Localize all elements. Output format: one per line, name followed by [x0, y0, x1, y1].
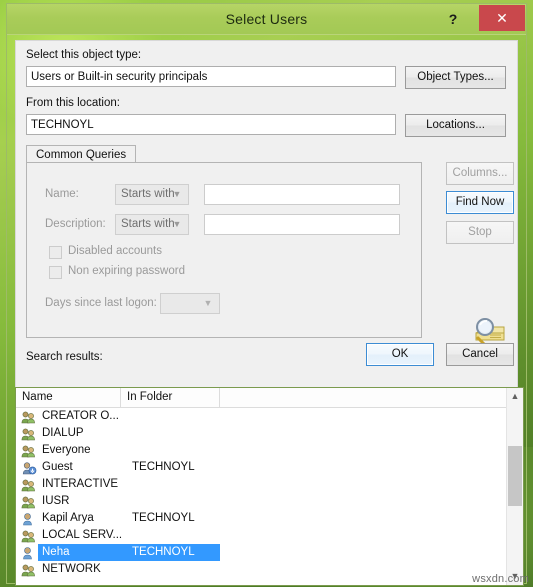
non-expiring-password-label: Non expiring password	[68, 265, 185, 277]
search-results-label: Search results:	[26, 351, 103, 363]
description-operator-select[interactable]: Starts with ▼	[115, 214, 189, 235]
tab-strip: Common Queries	[26, 145, 422, 165]
table-row[interactable]: Guest TECHNOYL	[16, 459, 523, 476]
disabled-accounts-label: Disabled accounts	[68, 245, 162, 257]
row-name: Kapil Arya	[42, 512, 94, 524]
columns-button[interactable]: Columns...	[446, 162, 514, 185]
column-header-name[interactable]: Name	[16, 388, 121, 407]
non-expiring-password-checkbox[interactable]	[49, 266, 62, 279]
description-label: Description:	[45, 218, 106, 230]
name-label: Name:	[45, 188, 79, 200]
row-name: Neha	[42, 546, 70, 558]
table-row[interactable]: Everyone	[16, 442, 523, 459]
group-icon	[20, 410, 37, 424]
table-row[interactable]: LOCAL SERV...	[16, 527, 523, 544]
find-now-button[interactable]: Find Now	[446, 191, 514, 214]
table-row[interactable]: INTERACTIVE	[16, 476, 523, 493]
search-results-list[interactable]: Name In Folder CREATOR O... DIALUP Everyon…	[15, 387, 524, 586]
object-type-field[interactable]: Users or Built-in security principals	[26, 66, 396, 87]
row-name: Guest	[42, 461, 73, 473]
group-icon	[20, 478, 37, 492]
watermark: wsxdn.com	[472, 573, 529, 585]
row-name: INTERACTIVE	[42, 478, 119, 490]
user-icon	[20, 546, 37, 560]
group-icon	[20, 563, 37, 577]
chevron-down-icon: ▼	[172, 219, 182, 229]
user-disabled-icon	[20, 461, 37, 475]
chevron-down-icon: ▼	[172, 189, 182, 199]
list-column-headers: Name In Folder	[16, 388, 523, 408]
locations-button[interactable]: Locations...	[405, 114, 506, 137]
group-icon	[20, 529, 37, 543]
days-since-last-logon-select[interactable]: ▼	[160, 293, 220, 314]
table-row[interactable]: NETWORK	[16, 561, 523, 578]
location-field[interactable]: TECHNOYL	[26, 114, 396, 135]
column-header-filler	[220, 388, 508, 407]
group-icon	[20, 495, 37, 509]
location-label: From this location:	[26, 97, 120, 109]
row-name: IUSR	[42, 495, 70, 507]
chevron-down-icon: ▼	[203, 298, 213, 308]
table-row[interactable]: DIALUP	[16, 425, 523, 442]
list-vertical-scrollbar[interactable]: ▲ ▼	[506, 388, 523, 585]
stop-button[interactable]: Stop	[446, 221, 514, 244]
close-button[interactable]: ✕	[479, 5, 525, 31]
row-name: Everyone	[42, 444, 91, 456]
table-row[interactable]: IUSR	[16, 493, 523, 510]
table-row[interactable]: CREATOR O...	[16, 408, 523, 425]
disabled-accounts-checkbox[interactable]	[49, 246, 62, 259]
user-icon	[20, 512, 37, 526]
days-since-last-logon-label: Days since last logon:	[45, 297, 157, 309]
table-row[interactable]: Kapil Arya TECHNOYL	[16, 510, 523, 527]
row-in-folder: TECHNOYL	[132, 461, 195, 473]
group-icon	[20, 444, 37, 458]
common-queries-panel: Name: Starts with ▼ Description: Starts …	[26, 162, 422, 338]
scroll-up-arrow-icon[interactable]: ▲	[507, 388, 523, 405]
row-in-folder: TECHNOYL	[132, 546, 195, 558]
row-name: CREATOR O...	[42, 410, 119, 422]
name-operator-select[interactable]: Starts with ▼	[115, 184, 189, 205]
group-icon	[20, 427, 37, 441]
name-value-input[interactable]	[204, 184, 400, 205]
cancel-button[interactable]: Cancel	[446, 343, 514, 366]
scrollbar-thumb[interactable]	[508, 446, 522, 506]
title-bar[interactable]: Select Users ? ✕	[7, 4, 526, 35]
object-type-label: Select this object type:	[26, 49, 142, 61]
description-value-input[interactable]	[204, 214, 400, 235]
row-name: LOCAL SERV...	[42, 529, 123, 541]
description-operator-value: Starts with	[121, 218, 175, 230]
search-magnifier-icon	[468, 313, 508, 347]
row-name: DIALUP	[42, 427, 84, 439]
name-operator-value: Starts with	[121, 188, 175, 200]
result-rows: CREATOR O... DIALUP Everyone Guest TECHNOYL I…	[16, 408, 523, 578]
row-in-folder: TECHNOYL	[132, 512, 195, 524]
ok-button[interactable]: OK	[366, 343, 434, 366]
select-users-dialog: Select Users ? ✕ Select this object type…	[6, 3, 527, 586]
help-button[interactable]: ?	[442, 8, 464, 30]
object-types-button[interactable]: Object Types...	[405, 66, 506, 89]
row-name: NETWORK	[42, 563, 101, 575]
table-row[interactable]: Neha TECHNOYL	[16, 544, 523, 561]
column-header-in-folder[interactable]: In Folder	[121, 388, 220, 407]
